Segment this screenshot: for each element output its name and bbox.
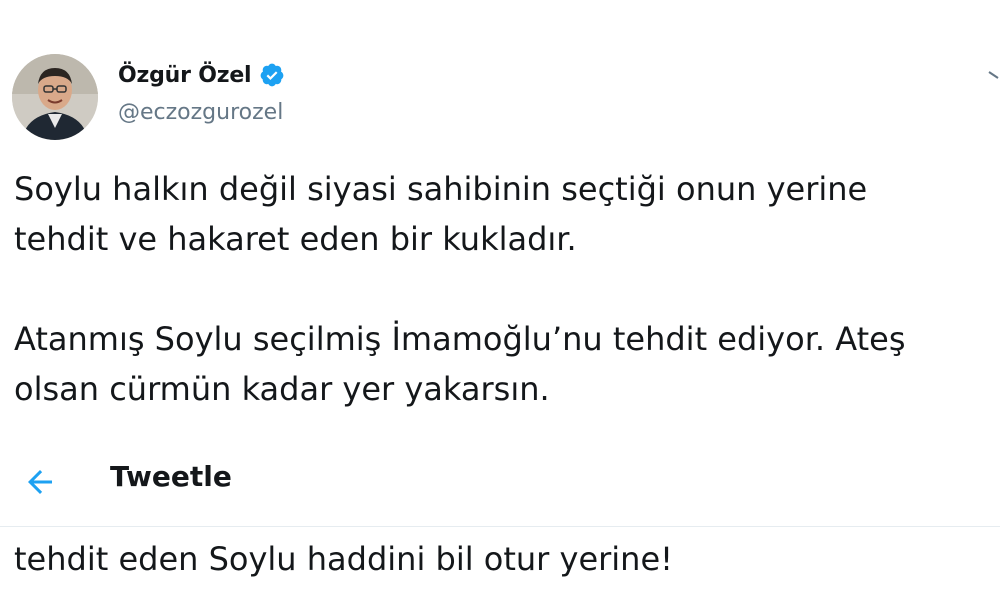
tweet-line: Soylu halkın değil siyasi sahibinin seçt… bbox=[14, 170, 868, 208]
user-handle[interactable]: @eczozgurozel bbox=[118, 100, 283, 125]
chevron-down-icon[interactable] bbox=[986, 60, 1000, 82]
name-row: Özgür Özel bbox=[118, 62, 285, 88]
tweet-line: Atanmış Soylu seçilmiş İmamoğlu’nu tehdi… bbox=[14, 320, 906, 358]
tweet-line: olsan cürmün kadar yer yakarsın. bbox=[14, 370, 550, 408]
tweet-line: tehdit ve hakaret eden bir kukladır. bbox=[14, 220, 577, 258]
display-name[interactable]: Özgür Özel bbox=[118, 63, 252, 88]
verified-badge-icon bbox=[261, 63, 284, 87]
compose-header: Tweetle bbox=[0, 452, 1000, 512]
compose-title: Tweetle bbox=[110, 460, 232, 493]
avatar[interactable] bbox=[12, 54, 98, 140]
profile-photo-icon bbox=[12, 54, 98, 140]
compose-text-input[interactable]: tehdit eden Soylu haddini bil otur yerin… bbox=[14, 534, 994, 584]
divider bbox=[0, 526, 1000, 527]
tweet-text: Soylu halkın değil siyasi sahibinin seçt… bbox=[14, 164, 1000, 414]
arrow-left-icon[interactable] bbox=[22, 464, 58, 500]
